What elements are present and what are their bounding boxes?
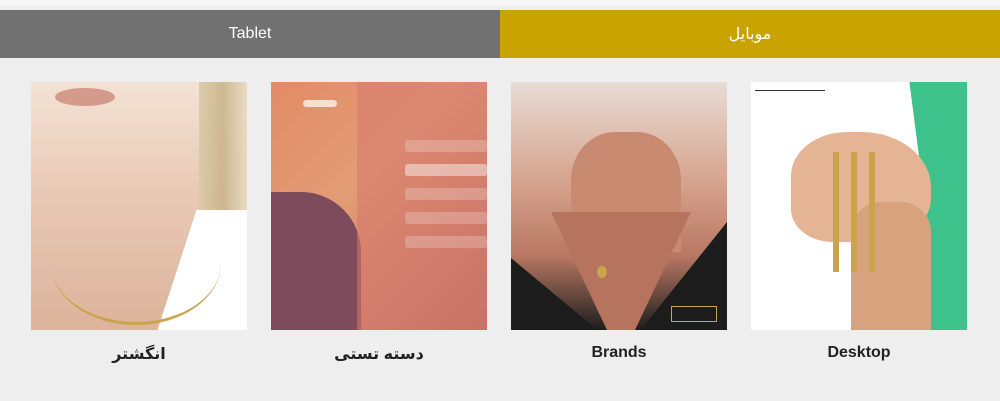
card-test-category[interactable]: دسته تستی (271, 82, 487, 363)
image-detail-necklace (51, 202, 221, 325)
category-cards: انگشتر دسته تستی Brands Desktop (31, 82, 967, 382)
brand-logo-icon (671, 306, 717, 322)
image-detail-menu-item (405, 188, 487, 200)
image-detail-line (755, 90, 825, 91)
tab-mobile[interactable]: موبایل (500, 10, 1000, 58)
card-caption[interactable]: Desktop (751, 344, 967, 362)
top-strip (0, 0, 1000, 6)
image-detail-menu (405, 140, 487, 260)
card-image-pendant[interactable] (511, 82, 727, 330)
image-detail-menu-item (405, 212, 487, 224)
image-detail-menu-item (405, 140, 487, 152)
image-detail-search-pill (303, 100, 337, 107)
image-detail-arm (851, 202, 931, 330)
image-detail-bracelet (869, 152, 875, 272)
device-tabs: Tablet موبایل (0, 10, 1000, 58)
image-detail-pendant (597, 266, 607, 278)
card-rings[interactable]: انگشتر (31, 82, 247, 363)
card-image-tablet-mockup[interactable] (271, 82, 487, 330)
image-detail-menu-item (405, 164, 487, 176)
image-detail-bracelet (833, 152, 839, 272)
card-caption[interactable]: دسته تستی (271, 344, 487, 364)
image-detail-menu-item (405, 236, 487, 248)
image-detail-blob (271, 192, 361, 330)
card-brands[interactable]: Brands (511, 82, 727, 361)
image-detail-bracelet (851, 152, 857, 272)
card-caption[interactable]: Brands (511, 344, 727, 362)
card-desktop[interactable]: Desktop (751, 82, 967, 361)
tab-tablet[interactable]: Tablet (0, 10, 500, 58)
image-detail-lips (55, 88, 115, 106)
card-caption[interactable]: انگشتر (31, 344, 247, 364)
card-image-necklace[interactable] (31, 82, 247, 330)
card-image-bracelets[interactable] (751, 82, 967, 330)
